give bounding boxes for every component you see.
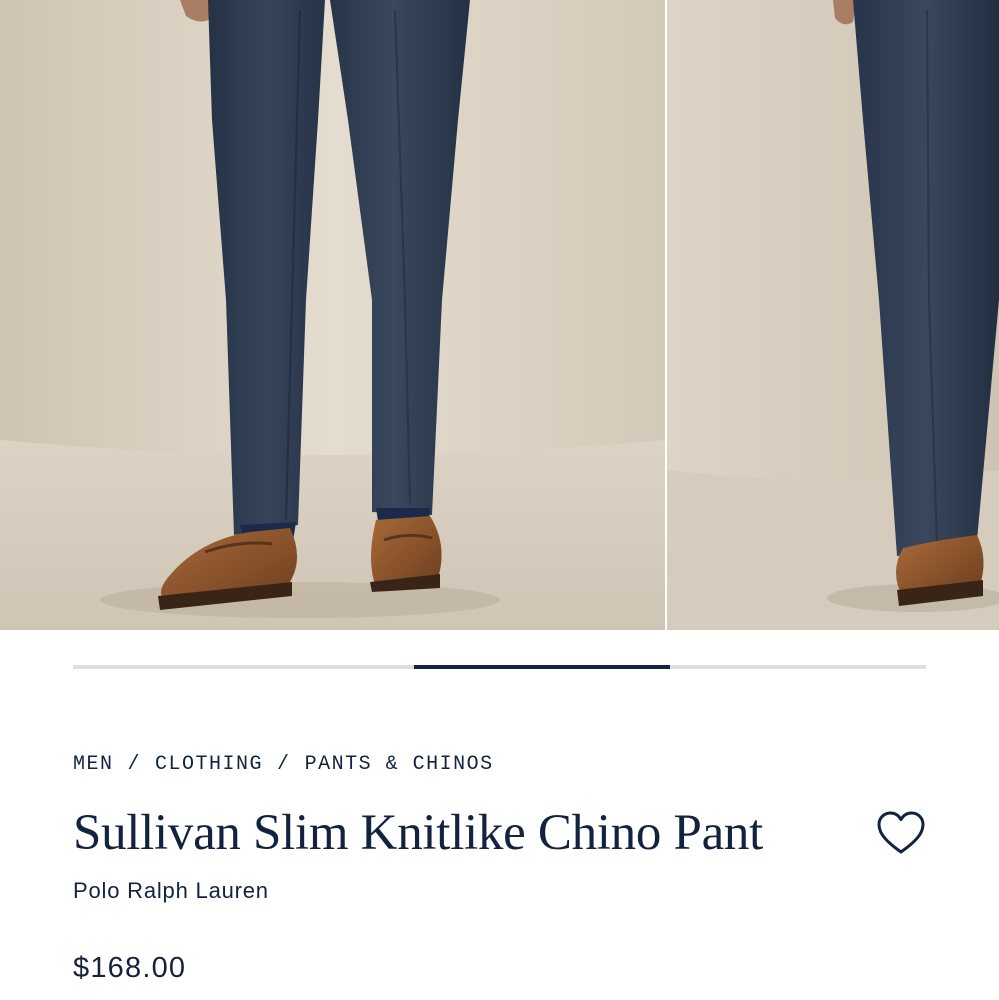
heart-outline-icon	[877, 811, 925, 854]
product-image-gallery[interactable]	[0, 0, 999, 630]
product-brand[interactable]: Polo Ralph Lauren	[73, 878, 269, 904]
add-to-wishlist-button[interactable]	[872, 806, 930, 860]
model-front-illustration	[0, 0, 665, 630]
breadcrumb-item-men[interactable]: MEN	[73, 753, 114, 776]
product-image-front[interactable]	[0, 0, 665, 630]
model-side-illustration	[667, 0, 999, 630]
gallery-scroll-indicator[interactable]	[73, 665, 926, 669]
product-title: Sullivan Slim Knitlike Chino Pant	[73, 805, 763, 861]
breadcrumb: MEN / CLOTHING / PANTS & CHINOS	[73, 753, 494, 776]
breadcrumb-separator: /	[277, 753, 291, 776]
gallery-scroll-thumb[interactable]	[414, 665, 671, 669]
breadcrumb-item-pants-chinos[interactable]: PANTS & CHINOS	[305, 753, 494, 776]
product-image-side[interactable]	[667, 0, 999, 630]
breadcrumb-item-clothing[interactable]: CLOTHING	[155, 753, 263, 776]
breadcrumb-separator: /	[127, 753, 142, 776]
product-price: $168.00	[73, 952, 187, 984]
